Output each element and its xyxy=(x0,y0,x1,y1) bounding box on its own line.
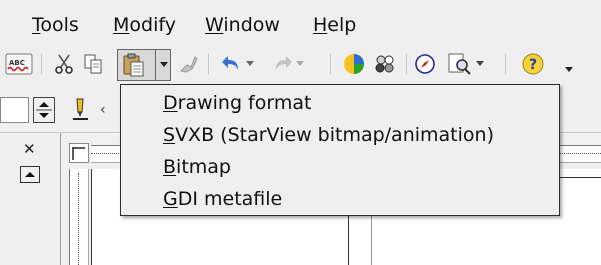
redo-button[interactable] xyxy=(268,52,306,76)
menu-item-mnemonic: S xyxy=(163,124,176,146)
overflow-chevron-icon xyxy=(565,67,573,72)
menu-item-mnemonic: G xyxy=(163,188,178,210)
help-button[interactable]: ? xyxy=(520,52,546,76)
line-color-button[interactable] xyxy=(68,96,96,124)
copy-button[interactable] xyxy=(81,52,105,76)
redo-dropdown-icon xyxy=(295,61,304,66)
stepper-arrows-icon xyxy=(36,102,52,118)
menu-help-mnemonic: H xyxy=(313,14,328,36)
menu-tools[interactable]: Tools xyxy=(32,14,79,36)
page-border xyxy=(91,169,92,265)
menu-item-label: rawing format xyxy=(177,92,312,114)
clone-formatting-button[interactable] xyxy=(176,52,200,76)
menu-item-label: VXB (StarView bitmap/animation) xyxy=(175,124,494,146)
menu-window-label: indow xyxy=(223,14,280,36)
chart-icon xyxy=(344,54,364,74)
draw-functions-button[interactable] xyxy=(372,52,398,76)
width-spinbox-stepper[interactable] xyxy=(33,97,55,123)
toolbar-separator xyxy=(330,54,331,74)
side-panel: ✕ xyxy=(0,133,61,265)
close-icon[interactable]: ✕ xyxy=(23,140,36,158)
chevron-up-icon xyxy=(25,172,35,177)
menu-item-mnemonic: D xyxy=(163,92,178,114)
menu-bar: Tools Modify Window Help xyxy=(0,0,601,44)
vertical-ruler xyxy=(69,169,89,265)
undo-dropdown-icon xyxy=(245,61,254,66)
svg-text:?: ? xyxy=(529,57,537,73)
menu-window[interactable]: Window xyxy=(205,14,280,36)
paste-button[interactable] xyxy=(117,49,171,81)
paste-split-divider xyxy=(155,50,156,80)
clone-formatting-icon xyxy=(179,56,198,73)
pen-icon xyxy=(73,98,88,120)
undo-icon xyxy=(221,56,238,70)
draw-functions-icon xyxy=(375,55,394,73)
menu-item-mnemonic: B xyxy=(163,156,177,178)
chart-button[interactable] xyxy=(341,52,367,76)
spellcheck-icon: ABC xyxy=(5,53,33,75)
cut-icon xyxy=(55,54,73,74)
menu-item-label: DI metafile xyxy=(177,188,283,210)
menu-modify-label: odify xyxy=(129,14,176,36)
menu-item-label: itmap xyxy=(176,156,231,178)
scroll-up-button[interactable] xyxy=(20,166,40,183)
menu-tools-label: ools xyxy=(40,14,79,36)
zoom-dropdown-icon xyxy=(475,61,484,66)
ruler-ticks xyxy=(91,153,121,154)
collapsed-dropdown-arrow-icon[interactable]: ‹ xyxy=(100,102,106,118)
redo-icon xyxy=(275,56,292,70)
ruler-ticks xyxy=(78,173,79,265)
toolbar-separator xyxy=(406,54,407,74)
menu-item-svxb[interactable]: SVXB (StarView bitmap/animation) xyxy=(163,124,494,146)
paste-special-menu: Drawing format SVXB (StarView bitmap/ani… xyxy=(120,84,560,216)
tab-stop-selector[interactable] xyxy=(69,143,89,163)
zoom-button[interactable] xyxy=(443,52,487,76)
paste-icon xyxy=(123,53,144,77)
menu-item-bitmap[interactable]: Bitmap xyxy=(163,156,231,178)
menu-help-label: elp xyxy=(327,14,357,36)
menu-item-gdi-metafile[interactable]: GDI metafile xyxy=(163,188,282,210)
undo-button[interactable] xyxy=(218,52,256,76)
toolbar-separator xyxy=(505,54,506,74)
cut-button[interactable] xyxy=(52,52,76,76)
toolbar-separator xyxy=(41,54,42,74)
toolbar-overflow-button[interactable] xyxy=(563,64,575,76)
zoom-icon xyxy=(448,53,471,75)
menu-modify-mnemonic: M xyxy=(113,14,130,36)
width-spinbox-input[interactable] xyxy=(0,97,29,123)
tab-left-icon xyxy=(72,147,85,160)
copy-icon xyxy=(84,54,102,74)
chevron-down-icon[interactable] xyxy=(159,61,169,69)
svg-text:ABC: ABC xyxy=(9,59,25,67)
menu-window-mnemonic: W xyxy=(205,14,224,36)
toolbar-separator xyxy=(208,54,209,74)
navigator-icon xyxy=(415,54,435,74)
menu-item-drawing-format[interactable]: Drawing format xyxy=(163,92,311,114)
help-icon: ? xyxy=(522,53,544,75)
spellcheck-button[interactable]: ABC xyxy=(4,52,34,76)
navigator-button[interactable] xyxy=(412,52,438,76)
menu-help[interactable]: Help xyxy=(313,14,356,36)
menu-modify[interactable]: Modify xyxy=(113,14,176,36)
